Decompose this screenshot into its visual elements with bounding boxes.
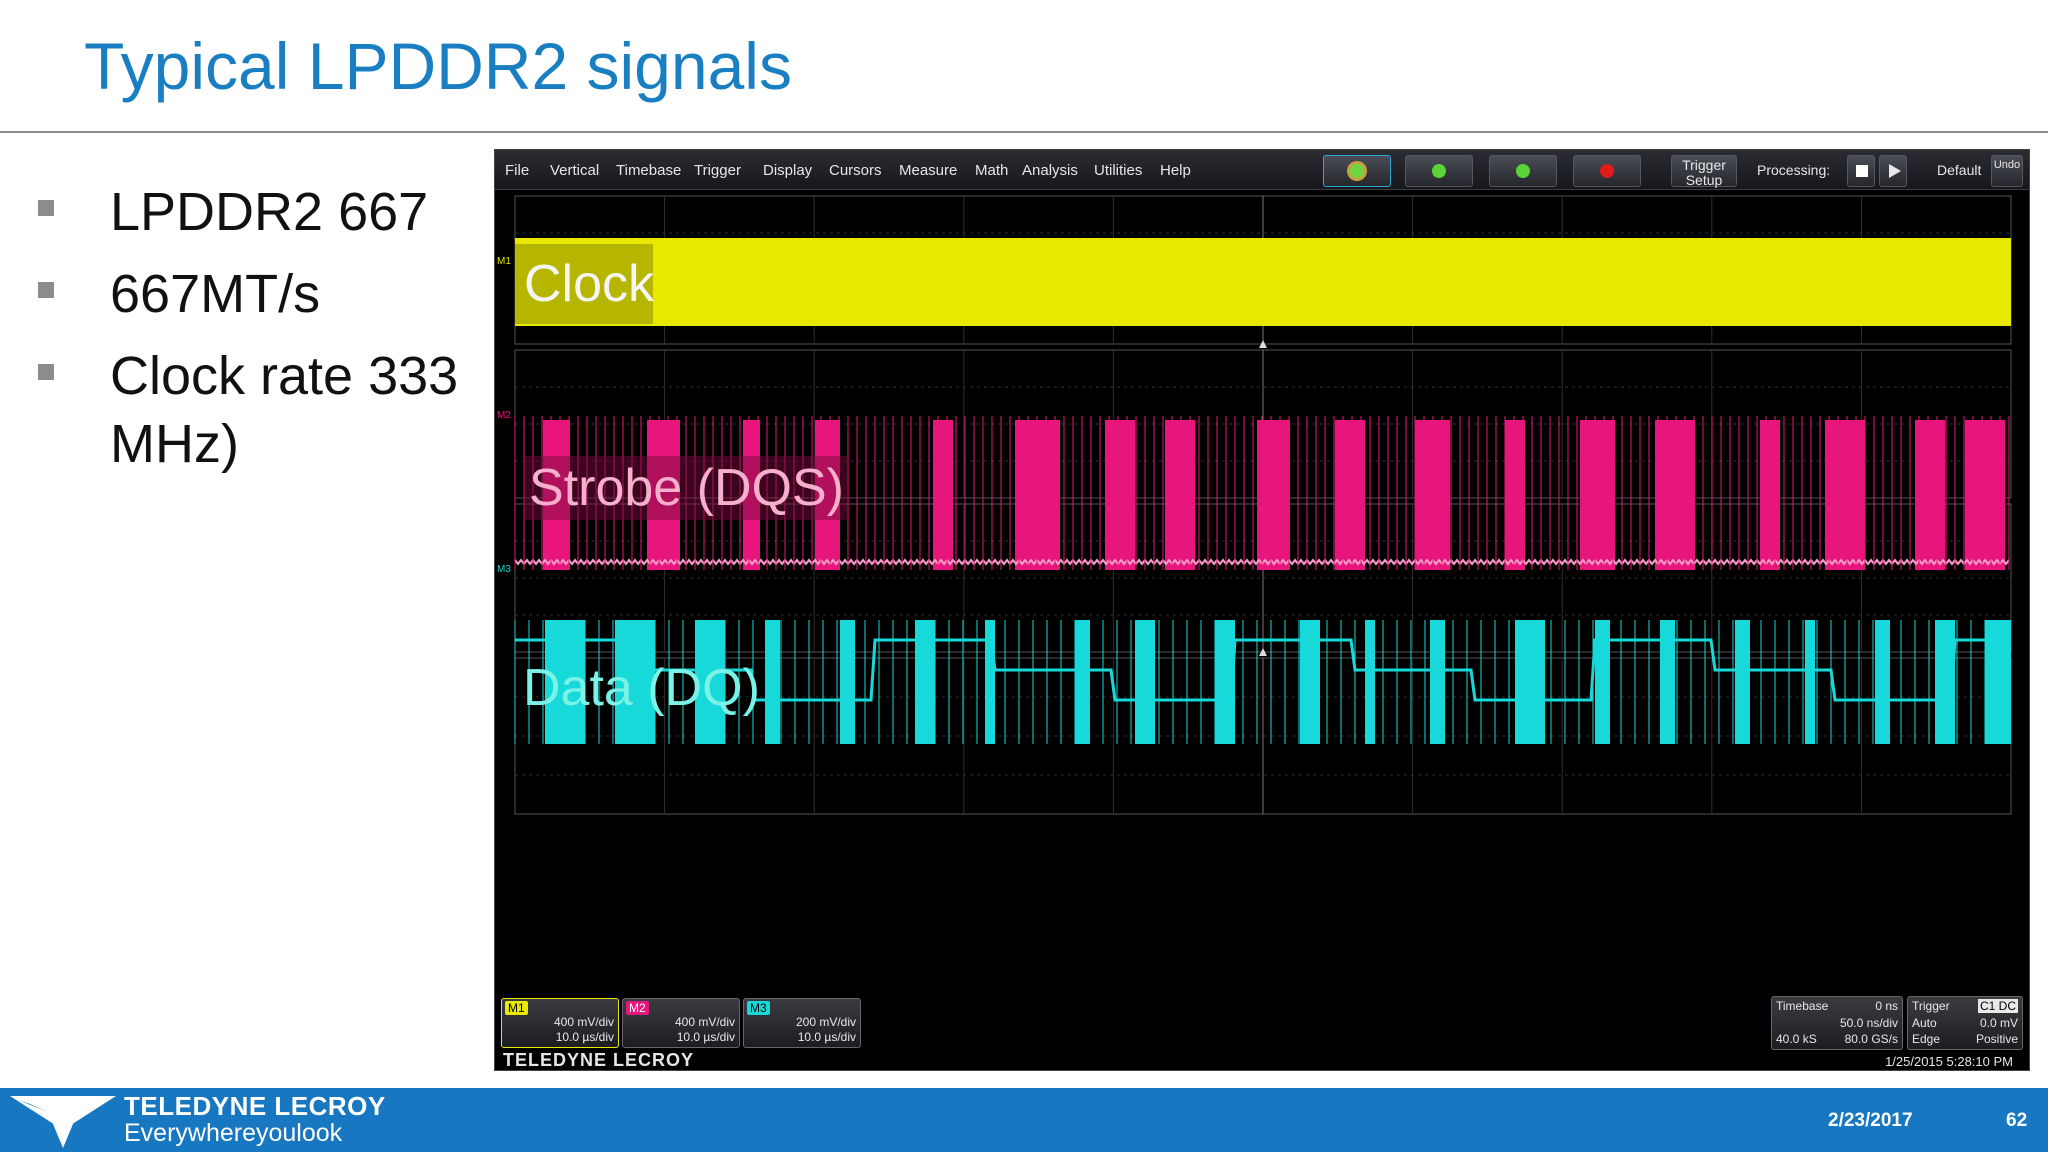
strobe-burst [933,420,953,570]
title-divider [0,131,2048,133]
bullet-list: LPDDR2 667 667MT/s Clock rate 333 MHz) [36,178,476,492]
scope-timestamp: 1/25/2015 5:28:10 PM [1885,1054,2013,1069]
trigger-type: Edge [1912,1032,1941,1046]
bullet-marker-icon [38,364,54,380]
trigger-mode: Auto [1912,1016,1937,1030]
bullet-text: 667MT/s [110,264,321,324]
strobe-burst [1825,420,1865,570]
channel-descriptor-m1[interactable]: M1 400 mV/div 10.0 µs/div [501,998,619,1048]
data-burst [1365,620,1375,744]
footer-brand: TELEDYNE LECROY [124,1091,386,1121]
data-burst [1875,620,1890,744]
volts-per-div: 200 mV/div [795,1015,856,1029]
bullet-marker-icon [38,200,54,216]
trigger-level: 0.0 mV [1979,1016,2018,1030]
data-burst [1075,620,1090,744]
trace-marker: M2 [497,410,511,421]
timebase-descriptor[interactable]: Timebase 0 ns 50.0 ns/div 40.0 kS 80.0 G… [1771,996,1903,1050]
clock-trace [515,238,2011,326]
timebase-label: Timebase [1776,999,1829,1013]
timebase-per-div: 50.0 ns/div [1839,1016,1898,1030]
bullet-text: Clock rate 333 MHz) [110,346,459,474]
trigger-descriptor[interactable]: Trigger C1 DC Auto 0.0 mV Edge Positive [1907,996,2023,1050]
data-burst [1805,620,1815,744]
page-number: 62 [2006,1110,2028,1131]
strobe-burst [1505,420,1525,570]
timebase-rate: 80.0 GS/s [1844,1032,1898,1046]
trace-marker: M3 [497,564,511,575]
channel-descriptor-m3[interactable]: M3 200 mV/div 10.0 µs/div [743,998,861,1048]
data-trace-label: Data (DQ) [523,659,760,717]
teledyne-logo-icon [10,1096,116,1148]
channel-tag: M2 [626,1001,649,1015]
strobe-burst [1965,420,2005,570]
data-burst [840,620,855,744]
footer-tagline: Everywhereyoulook [124,1119,343,1147]
footer-bar: TELEDYNE LECROY Everywhereyoulook 2/23/2… [0,1088,2048,1152]
time-per-div: 10.0 µs/div [797,1030,856,1044]
bullet-item: 667MT/s [36,260,476,328]
data-burst [1515,620,1545,744]
bullet-text: LPDDR2 667 [110,182,429,242]
strobe-burst [1760,420,1780,570]
bullet-marker-icon [38,282,54,298]
timebase-delay: 0 ns [1875,999,1898,1013]
trigger-slope: Positive [1975,1032,2018,1046]
waveform-display: M1 M2 M3 [497,195,2012,815]
volts-per-div: 400 mV/div [553,1015,614,1029]
trigger-label: Trigger [1912,999,1950,1013]
data-burst [1430,620,1445,744]
slide: Typical LPDDR2 signals LPDDR2 667 667MT/… [0,0,2048,1152]
time-per-div: 10.0 µs/div [555,1030,614,1044]
channel-descriptor-m2[interactable]: M2 400 mV/div 10.0 µs/div [622,998,740,1048]
timebase-samples: 40.0 kS [1776,1032,1817,1046]
channel-tag: M3 [747,1001,770,1015]
slide-title: Typical LPDDR2 signals [84,29,792,103]
channel-tag: M1 [505,1001,528,1015]
bullet-item: LPDDR2 667 [36,178,476,246]
strobe-trace-label: Strobe (DQS) [523,456,850,520]
volts-per-div: 400 mV/div [674,1015,735,1029]
scope-brand-logo: TELEDYNE LECROY [503,1050,695,1070]
trace-marker: M1 [497,256,511,267]
clock-trace-label: Clock [515,244,654,324]
bullet-item: Clock rate 333 MHz) [36,342,476,478]
trigger-coupling: C1 DC [1977,999,2018,1013]
time-per-div: 10.0 µs/div [676,1030,735,1044]
strobe-burst [1655,420,1695,570]
footer-date: 2/23/2017 [1828,1110,1913,1131]
data-burst [1735,620,1750,744]
oscilloscope-screenshot: File Vertical Timebase Trigger Display C… [494,149,2030,1071]
strobe-burst [1580,420,1615,570]
